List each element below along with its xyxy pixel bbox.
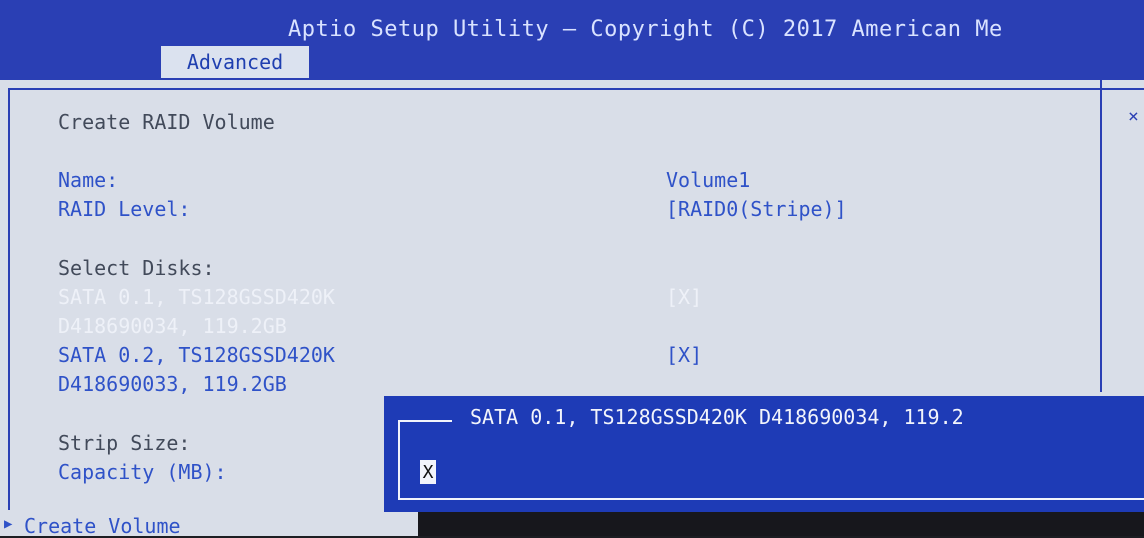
disk2-detail: D418690033, 119.2GB <box>58 372 287 396</box>
name-label[interactable]: Name: <box>58 168 118 192</box>
popup-frame-top <box>400 420 452 422</box>
disk1-label[interactable]: SATA 0.1, TS128GSSD420K <box>58 285 335 309</box>
raid-level-label[interactable]: RAID Level: <box>58 197 190 221</box>
create-volume-item[interactable]: Create Volume <box>24 514 181 538</box>
popup-title: SATA 0.1, TS128GSSD420K D418690034, 119.… <box>466 405 968 429</box>
disk2-checkbox[interactable]: [X] <box>666 343 702 367</box>
app-title: Aptio Setup Utility – Copyright (C) 2017… <box>288 17 1003 42</box>
tab-advanced[interactable]: Advanced <box>161 46 309 78</box>
disk2-label[interactable]: SATA 0.2, TS128GSSD420K <box>58 343 335 367</box>
title-bar: Aptio Setup Utility – Copyright (C) 2017… <box>0 0 1144 80</box>
capacity-label[interactable]: Capacity (MB): <box>58 460 227 484</box>
popup-input-field[interactable]: X <box>420 460 436 484</box>
select-disks-label: Select Disks: <box>58 256 215 280</box>
popup-frame <box>398 420 1144 500</box>
name-value[interactable]: Volume1 <box>666 168 750 192</box>
disk1-detail: D418690034, 119.2GB <box>58 314 287 338</box>
help-panel-mark: × <box>1128 106 1139 127</box>
disk1-checkbox[interactable]: [X] <box>666 285 702 309</box>
selection-arrow-icon: ▶ <box>4 516 13 532</box>
raid-level-value[interactable]: [RAID0(Stripe)] <box>666 197 847 221</box>
help-divider <box>1100 80 1102 392</box>
strip-size-label[interactable]: Strip Size: <box>58 431 190 455</box>
screen-background <box>418 512 1144 536</box>
page-heading: Create RAID Volume <box>58 110 275 134</box>
